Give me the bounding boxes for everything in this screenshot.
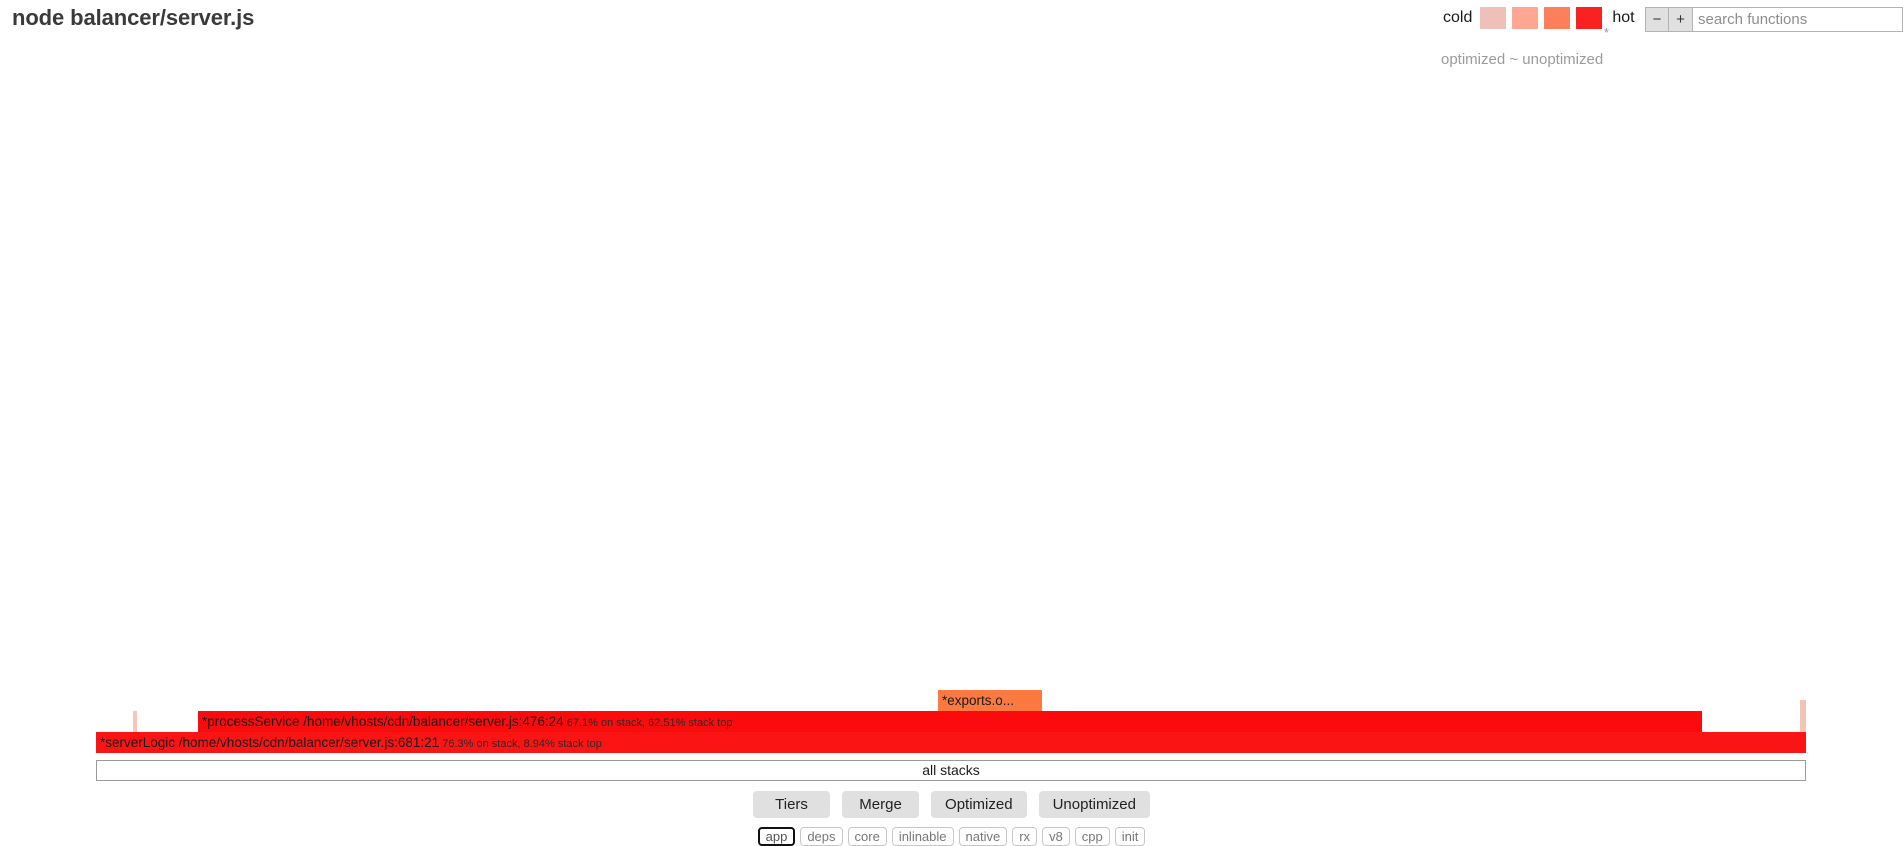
filter-chip-cpp[interactable]: cpp xyxy=(1074,827,1110,846)
frame-function-name: *processService /home/vhosts/cdn/balance… xyxy=(202,714,564,729)
filter-chip-group: app deps core inlinable native rx v8 cpp init xyxy=(0,827,1903,846)
flamegraph-canvas[interactable]: *exports.o... *processService /home/vhost… xyxy=(0,0,1903,790)
control-button-group: Tiers Merge Optimized Unoptimized xyxy=(0,791,1903,818)
flamegraph-frame[interactable]: *exports.o... xyxy=(938,690,1042,711)
filter-chip-init[interactable]: init xyxy=(1114,827,1146,846)
all-stacks-row[interactable]: all stacks xyxy=(96,760,1806,781)
filter-chip-v8[interactable]: v8 xyxy=(1042,827,1070,846)
control-button-optimized[interactable]: Optimized xyxy=(931,791,1027,818)
frame-stats: 76.3% on stack, 8.94% stack top xyxy=(439,738,602,750)
filter-chip-inlinable[interactable]: inlinable xyxy=(891,827,954,846)
filter-chip-rx[interactable]: rx xyxy=(1012,827,1038,846)
flamegraph-frame[interactable]: *processService /home/vhosts/cdn/balance… xyxy=(198,711,1702,732)
filter-chip-native[interactable]: native xyxy=(958,827,1008,846)
flamegraph-frame[interactable]: *serverLogic /home/vhosts/cdn/balancer/s… xyxy=(96,732,1806,753)
flamegraph-sliver[interactable] xyxy=(133,711,137,732)
control-button-merge[interactable]: Merge xyxy=(842,791,920,818)
frame-function-name: *serverLogic /home/vhosts/cdn/balancer/s… xyxy=(100,735,440,750)
filter-chip-app[interactable]: app xyxy=(757,827,796,846)
control-button-tiers[interactable]: Tiers xyxy=(753,791,831,818)
filter-chip-core[interactable]: core xyxy=(847,827,887,846)
flamegraph-sliver[interactable] xyxy=(1800,700,1806,732)
frame-function-name: *exports.o... xyxy=(942,693,1015,708)
frame-stats: 67.1% on stack, 62.51% stack top xyxy=(563,717,733,729)
filter-chip-deps[interactable]: deps xyxy=(800,827,843,846)
control-button-unoptimized[interactable]: Unoptimized xyxy=(1038,791,1150,818)
